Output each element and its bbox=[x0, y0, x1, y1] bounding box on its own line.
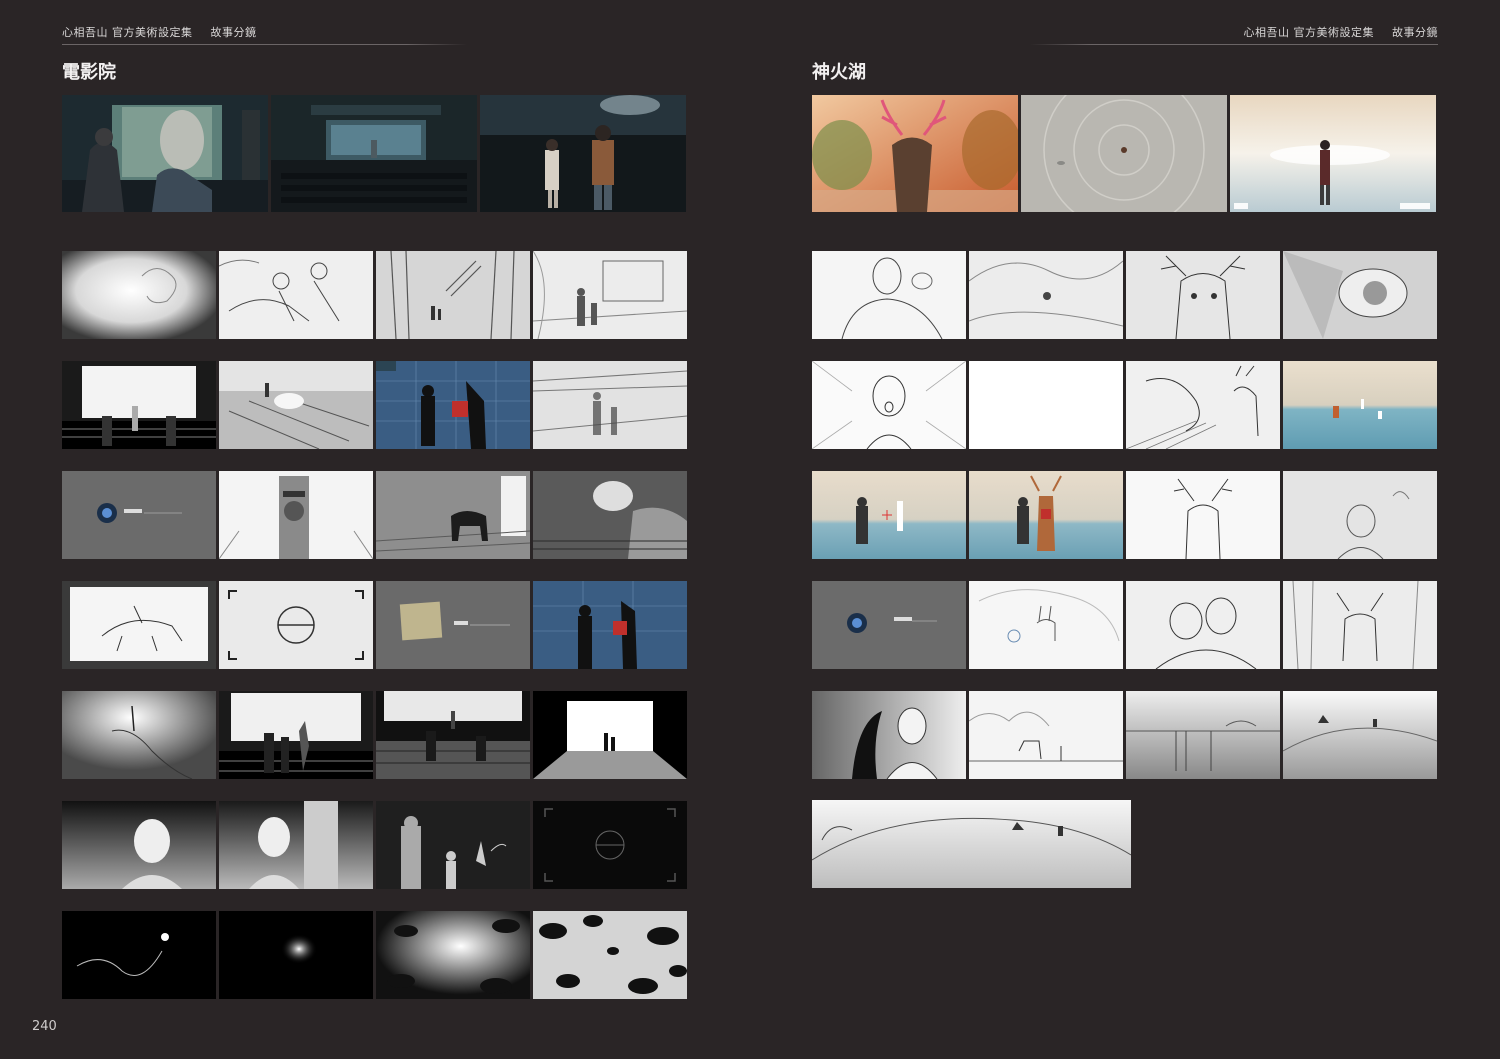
storyboard-panel bbox=[1283, 251, 1437, 339]
lake-storyboard-row-5 bbox=[812, 691, 1437, 779]
storyboard-panel bbox=[219, 361, 373, 449]
storyboard-panel bbox=[1126, 251, 1280, 339]
storyboard-panel bbox=[969, 251, 1123, 339]
running-header-right: 心相吾山 官方美術設定集 故事分鏡 bbox=[1244, 24, 1439, 40]
storyboard-panel bbox=[219, 581, 373, 669]
storyboard-panel bbox=[219, 471, 373, 559]
storyboard-panel bbox=[812, 251, 966, 339]
storyboard-panel bbox=[62, 581, 216, 669]
header-rule-left bbox=[62, 44, 467, 45]
storyboard-panel bbox=[533, 471, 687, 559]
page-number: 240 bbox=[32, 1019, 57, 1034]
storyboard-panel bbox=[376, 911, 530, 999]
storyboard-panel-wide bbox=[812, 800, 1131, 888]
storyboard-panel bbox=[533, 251, 687, 339]
storyboard-panel bbox=[969, 691, 1123, 779]
cinema-storyboard-row-1 bbox=[62, 251, 687, 339]
still-image bbox=[1021, 95, 1227, 212]
storyboard-panel bbox=[1283, 581, 1437, 669]
lake-storyboard-row-6 bbox=[812, 800, 1131, 888]
storyboard-panel bbox=[812, 471, 966, 559]
storyboard-panel bbox=[969, 581, 1123, 669]
storyboard-panel bbox=[376, 251, 530, 339]
lake-storyboard-row-2 bbox=[812, 361, 1437, 449]
cinema-storyboard-row-2 bbox=[62, 361, 687, 449]
still-image bbox=[1230, 95, 1436, 212]
storyboard-panel bbox=[376, 581, 530, 669]
still-image bbox=[62, 95, 268, 212]
storyboard-panel bbox=[969, 361, 1123, 449]
chapter-label: 故事分鏡 bbox=[210, 26, 257, 39]
cinema-storyboard-row-5 bbox=[62, 691, 687, 779]
storyboard-panel bbox=[969, 471, 1123, 559]
storyboard-panel bbox=[812, 691, 966, 779]
lake-stills-row bbox=[812, 95, 1436, 212]
cinema-storyboard-row-3 bbox=[62, 471, 687, 559]
lake-storyboard-row-4 bbox=[812, 581, 1437, 669]
section-title-lake: 神火湖 bbox=[812, 62, 866, 83]
book-title: 心相吾山 官方美術設定集 bbox=[62, 26, 193, 39]
storyboard-panel bbox=[533, 911, 687, 999]
storyboard-panel bbox=[376, 801, 530, 889]
cinema-storyboard-row-4 bbox=[62, 581, 687, 669]
storyboard-panel bbox=[219, 911, 373, 999]
storyboard-panel bbox=[62, 801, 216, 889]
still-image bbox=[271, 95, 477, 212]
storyboard-panel bbox=[1126, 581, 1280, 669]
storyboard-panel bbox=[62, 691, 216, 779]
storyboard-panel bbox=[533, 801, 687, 889]
storyboard-panel bbox=[1283, 361, 1437, 449]
storyboard-panel bbox=[376, 361, 530, 449]
lake-storyboard-row-1 bbox=[812, 251, 1437, 339]
storyboard-panel bbox=[533, 691, 687, 779]
storyboard-panel bbox=[219, 691, 373, 779]
header-rule-right bbox=[1030, 44, 1438, 45]
still-image bbox=[480, 95, 686, 212]
storyboard-panel bbox=[376, 471, 530, 559]
storyboard-panel bbox=[62, 471, 216, 559]
cinema-storyboard-row-6 bbox=[62, 801, 687, 889]
cinema-storyboard-row-7 bbox=[62, 911, 687, 999]
storyboard-panel bbox=[1126, 471, 1280, 559]
storyboard-panel bbox=[1283, 691, 1437, 779]
lake-storyboard-row-3 bbox=[812, 471, 1437, 559]
storyboard-panel bbox=[812, 361, 966, 449]
storyboard-panel bbox=[533, 361, 687, 449]
storyboard-panel bbox=[376, 691, 530, 779]
running-header-left: 心相吾山 官方美術設定集 故事分鏡 bbox=[62, 24, 271, 40]
still-image bbox=[812, 95, 1018, 212]
storyboard-panel bbox=[1126, 691, 1280, 779]
section-title-cinema: 電影院 bbox=[62, 62, 116, 83]
storyboard-panel bbox=[219, 251, 373, 339]
storyboard-panel bbox=[219, 801, 373, 889]
storyboard-panel bbox=[62, 251, 216, 339]
book-title: 心相吾山 官方美術設定集 bbox=[1243, 26, 1374, 39]
storyboard-panel bbox=[62, 911, 216, 999]
storyboard-panel bbox=[62, 361, 216, 449]
storyboard-panel bbox=[1126, 361, 1280, 449]
storyboard-panel bbox=[812, 581, 966, 669]
storyboard-panel bbox=[533, 581, 687, 669]
cinema-stills-row bbox=[62, 95, 686, 212]
chapter-label: 故事分鏡 bbox=[1392, 26, 1438, 39]
storyboard-panel bbox=[1283, 471, 1437, 559]
